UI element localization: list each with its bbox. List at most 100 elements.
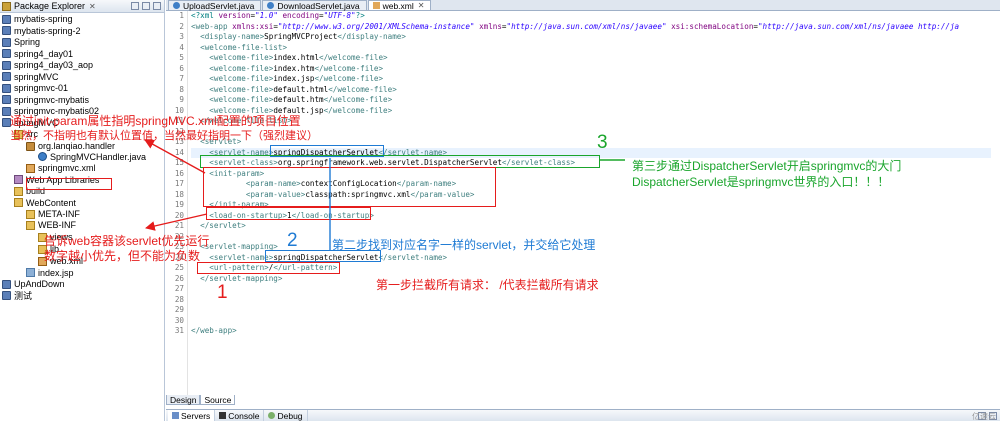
code-line-6[interactable]: <welcome-file>index.htm</welcome-file> [191,64,383,75]
code-line-8[interactable]: <welcome-file>default.html</welcome-file… [191,85,396,96]
step1-text: 第一步拦截所有请求： /代表拦截所有请求 [376,278,599,292]
code-line-26[interactable]: </servlet-mapping> [191,274,282,285]
tab-downloadservlet-java[interactable]: DownloadServlet.java [262,0,367,11]
folder-icon [14,198,23,207]
code-line-4[interactable]: <welcome-file-list> [191,43,287,54]
load-on-startup-highlight-box [206,207,371,220]
tree-item-label: spring4_day03_aop [14,60,94,70]
project-icon [2,83,11,93]
tab-debug-label: Debug [277,410,303,421]
tree-item[interactable]: spring4_day01 [2,48,73,60]
debug-icon [268,412,276,419]
tree-item-label: SpringMVCHandler.java [50,151,147,162]
watermark: 亿速云 [972,412,996,421]
line-number: 19 [174,200,184,209]
line-number: 29 [174,305,184,314]
code-line-9[interactable]: <welcome-file>default.htm</welcome-file> [191,95,392,106]
tree-item-label: springMVC [14,71,59,82]
tree-item[interactable]: Spring [2,36,40,48]
tree-item[interactable]: spring4_day03_aop [2,59,93,71]
folder-icon [26,220,35,230]
tab-console[interactable]: Console [215,410,265,421]
step2-text: 第二步找到对应名字一样的servlet，并交给它处理 [332,238,596,252]
java-file-icon [173,2,180,9]
tree-item[interactable]: SpringMVCHandler.java [38,151,146,163]
tree-item-label: spring4_day01 [14,48,74,59]
project-icon [2,60,11,70]
bottom-panel-tabs: Servers Console Debug [166,409,1000,421]
tab-console-label: Console [228,410,260,421]
tab-uploadservlet-java[interactable]: UploadServlet.java [168,0,262,11]
close-icon[interactable]: ✕ [89,2,96,11]
tab-servers[interactable]: Servers [168,410,216,421]
tree-item[interactable]: WebContent [14,197,76,209]
tree-item[interactable]: WEB-INF [26,219,76,231]
project-icon [2,291,11,300]
tree-item-label: springmvc.xml [38,163,96,173]
url-pattern-highlight-box [197,262,340,274]
tree-item[interactable]: mybatis-spring-2 [2,25,81,37]
line-number: 6 [179,63,184,73]
tree-item-label: Spring [14,37,41,47]
line-number: 8 [179,84,184,94]
tree-item-label: 测试 [14,290,33,301]
collapse-all-icon[interactable] [131,2,139,10]
line-number: 7 [179,74,184,83]
line-number: 27 [174,284,184,293]
tab-label: web.xml [382,0,414,11]
project-icon [2,279,11,289]
tab-design[interactable]: Design [166,395,201,405]
tree-item[interactable]: 测试 [2,290,32,302]
project-icon [2,26,11,35]
line-number: 28 [174,294,184,304]
tab-label: DownloadServlet.java [277,0,360,11]
tab-debug[interactable]: Debug [264,410,308,421]
package-explorer-header: Package Explorer ✕ [0,0,164,13]
code-line-2[interactable]: <web-app xmlns:xsi="http://www.w3.org/20… [191,22,959,33]
step1-number: 1 [217,282,228,303]
line-number: 5 [179,53,184,62]
project-icon [2,14,11,24]
tab-label: UploadServlet.java [183,0,255,11]
tree-item[interactable]: springmvc-01 [2,82,68,94]
tree-item[interactable]: springMVC [2,71,59,83]
project-icon [2,72,11,81]
view-menu-icon[interactable] [153,2,161,10]
tree-item[interactable]: UpAndDown [2,278,65,290]
tree-item-label: index.jsp [38,267,74,278]
tab-source[interactable]: Source [200,395,236,405]
step3-number: 3 [597,132,608,153]
tree-item[interactable]: springmvc.xml [26,162,96,174]
line-number: 20 [174,210,184,220]
step2-number: 2 [287,230,298,251]
tab-web-xml[interactable]: web.xml ✕ [367,0,432,11]
init-param-highlight-box [203,167,496,207]
code-line-31[interactable]: </web-app> [191,326,237,337]
tree-item[interactable]: mybatis-spring [2,13,73,25]
line-number: 3 [179,32,184,41]
tree-item[interactable]: index.jsp [26,267,74,279]
line-number: 4 [179,42,184,52]
code-line-1[interactable]: <?xml version="1.0" encoding="UTF-8"?> [191,11,365,22]
folder-icon [26,209,35,219]
line-number: 26 [174,273,184,283]
link-editor-icon[interactable] [142,2,150,10]
line-number: 18 [174,189,184,199]
code-line-7[interactable]: <welcome-file>index.jsp</welcome-file> [191,74,383,85]
close-icon[interactable]: ✕ [418,1,425,11]
tree-item-label: springmvc-01 [14,83,69,93]
lib-icon [14,175,23,184]
code-line-5[interactable]: <welcome-file>index.html</welcome-file> [191,53,387,64]
java-icon [38,152,47,161]
tree-item[interactable]: springmvc-mybatis [2,94,89,106]
code-line-3[interactable]: <display-name>SpringMVCProject</display-… [191,32,406,43]
line-number: 25 [174,263,184,272]
package-explorer-title: Package Explorer [14,1,86,11]
package-explorer: Package Explorer ✕ mybatis-spring mybatis… [0,0,165,421]
editor-mode-tabs: Design Source [166,395,236,405]
jsp-icon [26,268,35,277]
code-line-21[interactable]: </servlet> [191,221,246,232]
tree-item-label: WebContent [26,197,76,208]
springmvc-xml-highlight-box [26,178,112,190]
project-icon [2,49,11,58]
